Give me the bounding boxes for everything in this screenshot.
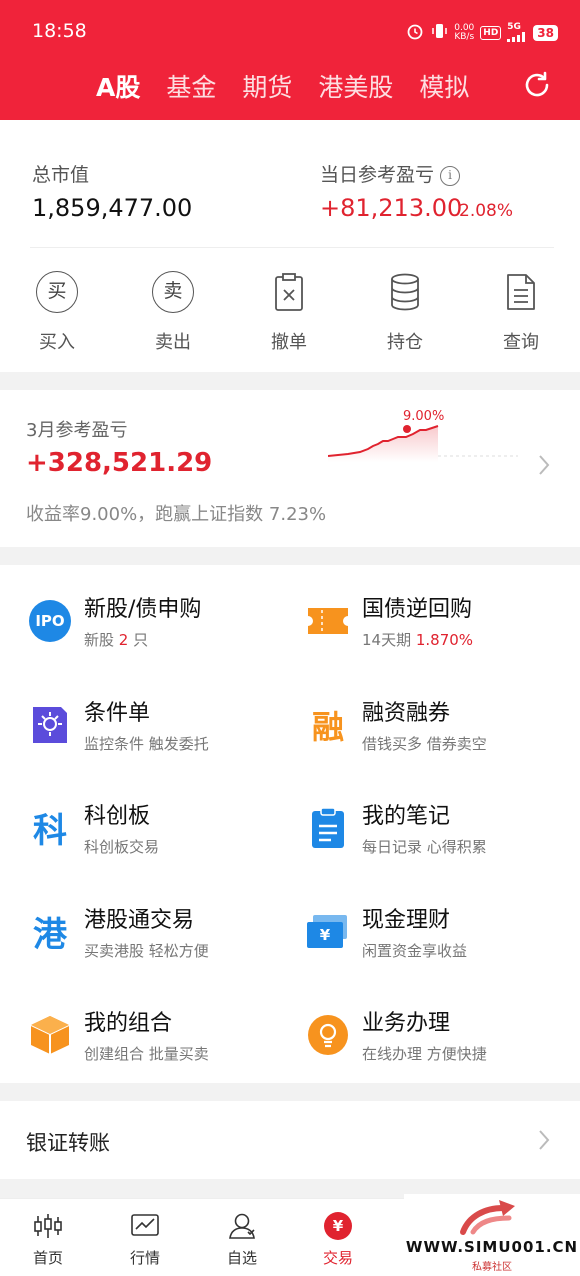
cash-icon: ¥ xyxy=(306,910,350,954)
database-icon xyxy=(355,270,455,314)
info-icon[interactable]: i xyxy=(440,166,461,186)
portfolio-icon xyxy=(28,1013,72,1057)
tab-funds[interactable]: 基金 xyxy=(166,68,216,104)
refresh-icon[interactable] xyxy=(522,70,552,100)
bank-securities-transfer[interactable]: 银证转账 xyxy=(0,1101,580,1179)
notes-icon xyxy=(306,806,350,850)
app-header: 18:58 0.00 KB/s HD 5G 38 A股 基金 期货 港美股 模拟 xyxy=(0,0,580,120)
sparkline-end-label: 9.00% xyxy=(403,409,445,424)
daily-pl-value: +81,213.00 xyxy=(320,194,463,222)
daily-pl-label: 当日参考盈亏 i xyxy=(320,160,461,187)
sell-icon: 卖 xyxy=(152,271,194,313)
hk-connect-entry[interactable]: 港 港股通交易 买卖港股 轻松方便 xyxy=(28,902,209,961)
watermark-subtext: 私募社区 xyxy=(472,1262,512,1273)
buy-icon: 买 xyxy=(36,271,78,313)
nav-market[interactable]: 行情 xyxy=(105,1211,185,1268)
account-summary-card: 总市值 1,859,477.00 当日参考盈亏 i +81,213.00 2.08… xyxy=(0,120,580,372)
status-time: 18:58 xyxy=(32,20,87,42)
battery-icon: 38 xyxy=(533,24,558,41)
tab-simulation[interactable]: 模拟 xyxy=(419,68,469,104)
daily-pl-percent: 2.08% xyxy=(459,201,514,221)
star-market-icon: 科 xyxy=(33,811,67,851)
market-value: 1,859,477.00 xyxy=(32,194,193,222)
market-value-label: 总市值 xyxy=(32,164,90,186)
transfer-label: 银证转账 xyxy=(26,1131,110,1155)
status-bar-icons: 0.00 KB/s HD 5G 38 xyxy=(406,22,558,43)
watermark-logo: WWW.SIMU001.CN 私募社区 xyxy=(404,1194,580,1276)
divider xyxy=(30,247,554,248)
query-button[interactable]: 查询 xyxy=(471,270,571,354)
market-tabs: A股 基金 期货 港美股 模拟 xyxy=(96,68,469,104)
user-icon xyxy=(202,1211,282,1241)
monthly-pl-card[interactable]: 3月参考盈亏 +328,521.29 收益率9.00%，跑赢上证指数 7.23%… xyxy=(0,390,580,547)
monthly-pl-desc: 收益率9.00%，跑赢上证指数 7.23% xyxy=(26,504,327,525)
nav-trade[interactable]: ¥ 交易 xyxy=(298,1211,378,1268)
margin-icon: 融 xyxy=(311,707,344,746)
my-portfolio-entry[interactable]: 我的组合 创建组合 批量买卖 xyxy=(28,1005,209,1064)
nav-watchlist[interactable]: 自选 xyxy=(202,1211,282,1268)
tab-futures[interactable]: 期货 xyxy=(242,68,292,104)
ticket-icon xyxy=(306,599,350,643)
ipo-subscribe-entry[interactable]: IPO 新股/债申购 新股 2 只 xyxy=(28,591,201,650)
sell-button[interactable]: 卖 卖出 xyxy=(123,270,223,354)
business-handling-entry[interactable]: 业务办理 在线办理 方便快捷 xyxy=(306,1005,487,1064)
alarm-icon xyxy=(406,22,424,43)
margin-trading-entry[interactable]: 融 融资融券 借钱买多 借券卖空 xyxy=(306,695,487,754)
vibrate-icon xyxy=(430,22,448,43)
chevron-right-icon xyxy=(538,1129,550,1157)
buy-button[interactable]: 买 买入 xyxy=(7,270,107,354)
services-grid: IPO 新股/债申购 新股 2 只 国债逆回购 14天期 1.870% 条件单 … xyxy=(0,565,580,1083)
document-icon xyxy=(471,270,571,314)
monthly-pl-value: +328,521.29 xyxy=(26,448,213,478)
yuan-icon: ¥ xyxy=(298,1211,378,1241)
chevron-right-icon xyxy=(538,454,550,482)
hk-connect-icon: 港 xyxy=(33,915,67,955)
monthly-pl-label: 3月参考盈亏 xyxy=(26,420,128,441)
watermark-text: WWW.SIMU001.CN xyxy=(405,1238,579,1256)
chart-icon xyxy=(105,1211,185,1241)
business-icon xyxy=(306,1013,350,1057)
condition-order-entry[interactable]: 条件单 监控条件 触发委托 xyxy=(28,695,209,754)
cancel-order-button[interactable]: 撤单 xyxy=(239,270,339,354)
star-market-entry[interactable]: 科 科创板 科创板交易 xyxy=(28,798,159,857)
candlestick-icon xyxy=(8,1211,88,1241)
hd-badge: HD xyxy=(480,25,502,40)
net-speed: 0.00 KB/s xyxy=(454,22,475,42)
holdings-button[interactable]: 持仓 xyxy=(355,270,455,354)
tab-a-shares[interactable]: A股 xyxy=(96,68,140,104)
nav-home[interactable]: 首页 xyxy=(8,1211,88,1268)
cancel-order-icon xyxy=(239,270,339,314)
ipo-icon: IPO xyxy=(28,599,72,643)
signal-icon: 5G xyxy=(507,23,527,42)
reverse-repo-entry[interactable]: 国债逆回购 14天期 1.870% xyxy=(306,591,473,650)
condition-order-icon xyxy=(28,703,72,747)
tab-hk-us[interactable]: 港美股 xyxy=(318,68,393,104)
my-notes-entry[interactable]: 我的笔记 每日记录 心得积累 xyxy=(306,798,487,857)
cash-management-entry[interactable]: ¥ 现金理财 闲置资金享收益 xyxy=(306,902,467,961)
